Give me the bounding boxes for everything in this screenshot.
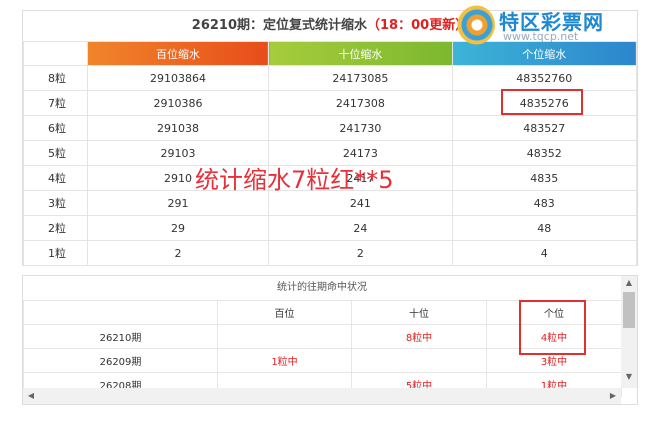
col-header-hundreds: 百位	[217, 300, 352, 325]
shrink-stats-panel: 26210期：定位复式统计缩水（18：00更新） 百位缩水 十位缩水 个位缩水 …	[22, 10, 638, 266]
cell-hundreds: 2	[86, 240, 270, 266]
table-row: 8粒 29103864 24173085 48352760	[23, 65, 638, 91]
hit-hundreds	[217, 324, 352, 349]
col-header-units: 个位缩水	[451, 41, 638, 66]
row-label: 8粒	[23, 65, 88, 91]
site-logo: 特区彩票网 www.tqcp.net	[455, 5, 645, 45]
row-label: 1粒	[23, 240, 88, 266]
period-cell: 26209期	[23, 348, 218, 373]
table-row: 1粒 2 2 4	[23, 240, 638, 266]
vertical-scrollbar[interactable]: ▲ ▼	[621, 276, 637, 388]
cell-units: 4	[451, 240, 638, 266]
table-header-row: 百位缩水 十位缩水 个位缩水	[23, 41, 638, 66]
scroll-up-icon[interactable]: ▲	[621, 278, 637, 287]
corner-cell	[23, 41, 88, 66]
period-cell: 26210期	[23, 324, 218, 349]
hit-tens: 8粒中	[351, 324, 487, 349]
cell-tens: 24	[268, 215, 453, 241]
row-label: 3粒	[23, 190, 88, 216]
update-note: （18：00更新）	[367, 18, 469, 33]
logo-swirl-icon	[455, 5, 495, 45]
hit-hundreds: 1粒中	[217, 348, 352, 373]
cell-tens: 2	[268, 240, 453, 266]
horizontal-scrollbar[interactable]: ◀ ▶	[23, 388, 621, 404]
row-label: 5粒	[23, 140, 88, 166]
history-title: 统计的往期命中状况	[23, 276, 621, 301]
corner-cell	[23, 300, 218, 325]
overlay-annotation: 统计缩水7粒红**5	[195, 166, 394, 194]
cell-tens: 2417308	[268, 90, 453, 116]
row-label: 7粒	[23, 90, 88, 116]
cell-hundreds: 29103864	[86, 65, 270, 91]
cell-hundreds: 2910386	[86, 90, 270, 116]
cell-units: 483	[451, 190, 638, 216]
logo-url: www.tqcp.net	[503, 30, 579, 43]
table-row: 6粒 291038 241730 483527	[23, 115, 638, 141]
highlight-box-units-history	[519, 300, 586, 355]
row-label: 4粒	[23, 165, 88, 191]
vertical-scroll-thumb[interactable]	[623, 292, 635, 328]
cell-tens: 241730	[268, 115, 453, 141]
table-row: 2粒 29 24 48	[23, 215, 638, 241]
cell-units: 4835	[451, 165, 638, 191]
hit-tens	[351, 348, 487, 373]
scroll-right-icon[interactable]: ▶	[605, 391, 621, 400]
shrink-table: 百位缩水 十位缩水 个位缩水 8粒 29103864 24173085 4835…	[23, 41, 638, 266]
col-header-tens: 十位缩水	[268, 41, 453, 66]
col-header-hundreds: 百位缩水	[86, 41, 270, 66]
cell-units: 483527	[451, 115, 638, 141]
title-text: 26210期：定位复式统计缩水	[191, 18, 368, 33]
cell-units: 48	[451, 215, 638, 241]
scroll-down-icon[interactable]: ▼	[621, 372, 637, 381]
row-label: 2粒	[23, 215, 88, 241]
cell-hundreds: 29	[86, 215, 270, 241]
col-header-tens: 十位	[351, 300, 487, 325]
cell-units: 48352760	[451, 65, 638, 91]
scroll-left-icon[interactable]: ◀	[23, 391, 39, 400]
row-label: 6粒	[23, 115, 88, 141]
cell-units: 48352	[451, 140, 638, 166]
cell-tens: 24173085	[268, 65, 453, 91]
highlight-box-7-units	[501, 89, 583, 115]
cell-hundreds: 291038	[86, 115, 270, 141]
